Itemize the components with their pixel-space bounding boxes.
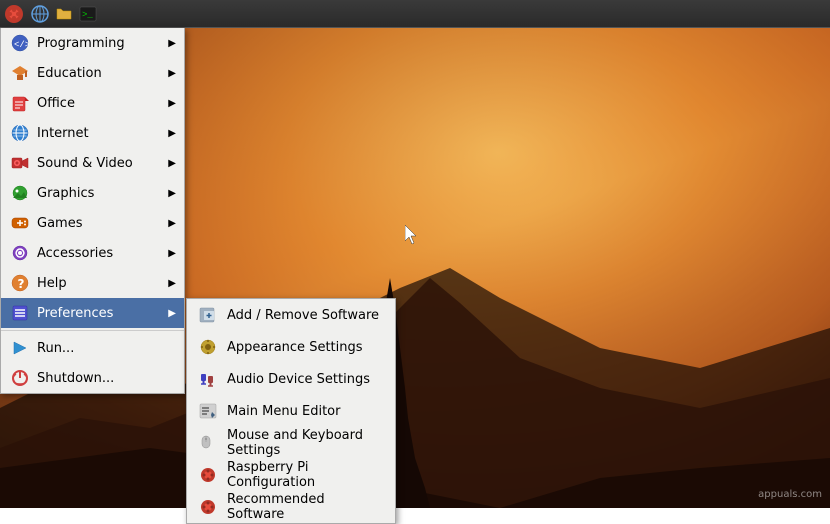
office-label: Office — [37, 96, 164, 111]
svg-text:>_: >_ — [82, 10, 93, 20]
sound-video-icon — [9, 152, 31, 174]
menu-item-preferences[interactable]: Preferences ▶ — [1, 298, 184, 328]
audio-device-settings-icon — [197, 368, 219, 390]
menu-item-shutdown[interactable]: Shutdown... — [1, 363, 184, 393]
sound-video-arrow: ▶ — [168, 158, 176, 169]
submenu-raspberry-pi-configuration[interactable]: Raspberry Pi Configuration — [187, 459, 395, 491]
menu-item-programming[interactable]: </> Programming ▶ — [1, 28, 184, 58]
sound-video-label: Sound & Video — [37, 156, 164, 171]
education-label: Education — [37, 66, 164, 81]
main-menu-editor-label: Main Menu Editor — [227, 404, 340, 419]
graphics-icon — [9, 182, 31, 204]
preferences-label: Preferences — [37, 306, 164, 321]
menu-divider — [1, 330, 184, 331]
add-remove-software-label: Add / Remove Software — [227, 308, 379, 323]
games-label: Games — [37, 216, 164, 231]
run-icon — [9, 337, 31, 359]
svg-text:?: ? — [18, 277, 25, 291]
preferences-arrow: ▶ — [168, 308, 176, 319]
education-icon — [9, 62, 31, 84]
raspberry-pi-config-icon — [197, 464, 219, 486]
submenu-audio-device-settings[interactable]: Audio Device Settings — [187, 363, 395, 395]
menu-item-education[interactable]: Education ▶ — [1, 58, 184, 88]
programming-icon: </> — [9, 32, 31, 54]
programming-label: Programming — [37, 36, 164, 51]
games-arrow: ▶ — [168, 218, 176, 229]
appearance-settings-icon — [197, 336, 219, 358]
run-label: Run... — [37, 341, 176, 356]
accessories-arrow: ▶ — [168, 248, 176, 259]
main-menu-editor-icon — [197, 400, 219, 422]
svg-text:</>: </> — [14, 40, 29, 50]
taskbar: >_ — [0, 0, 830, 28]
accessories-label: Accessories — [37, 246, 164, 261]
internet-label: Internet — [37, 126, 164, 141]
raspberry-pi-icon — [4, 4, 24, 24]
mouse-keyboard-settings-icon — [197, 432, 219, 454]
taskbar-raspberry-button[interactable] — [0, 0, 28, 28]
recommended-software-icon — [197, 496, 219, 518]
preferences-submenu: Add / Remove Software Appearance Setting… — [186, 298, 396, 524]
menu-item-games[interactable]: Games ▶ — [1, 208, 184, 238]
shutdown-icon — [9, 367, 31, 389]
recommended-software-label: Recommended Software — [227, 492, 385, 522]
help-icon: ? — [9, 272, 31, 294]
office-arrow: ▶ — [168, 98, 176, 109]
office-icon — [9, 92, 31, 114]
submenu-add-remove-software[interactable]: Add / Remove Software — [187, 299, 395, 331]
graphics-arrow: ▶ — [168, 188, 176, 199]
taskbar-folder-icon[interactable] — [54, 4, 74, 24]
accessories-icon — [9, 242, 31, 264]
menu-item-run[interactable]: Run... — [1, 333, 184, 363]
mouse-keyboard-settings-label: Mouse and Keyboard Settings — [227, 428, 385, 458]
help-arrow: ▶ — [168, 278, 176, 289]
audio-device-settings-label: Audio Device Settings — [227, 372, 370, 387]
submenu-main-menu-editor[interactable]: Main Menu Editor — [187, 395, 395, 427]
submenu-mouse-keyboard-settings[interactable]: Mouse and Keyboard Settings — [187, 427, 395, 459]
submenu-recommended-software[interactable]: Recommended Software — [187, 491, 395, 523]
taskbar-terminal-icon[interactable]: >_ — [78, 4, 98, 24]
internet-arrow: ▶ — [168, 128, 176, 139]
menu-item-preferences-container: Preferences ▶ Add / Remove Software — [1, 298, 184, 328]
menu-item-office[interactable]: Office ▶ — [1, 88, 184, 118]
main-menu: </> Programming ▶ Education ▶ — [0, 28, 185, 394]
programming-arrow: ▶ — [168, 38, 176, 49]
internet-icon — [9, 122, 31, 144]
shutdown-label: Shutdown... — [37, 371, 176, 386]
add-remove-software-icon — [197, 304, 219, 326]
help-label: Help — [37, 276, 164, 291]
raspberry-pi-config-label: Raspberry Pi Configuration — [227, 460, 385, 490]
appearance-settings-label: Appearance Settings — [227, 340, 363, 355]
menu-item-sound-video[interactable]: Sound & Video ▶ — [1, 148, 184, 178]
watermark-text: appuals.com — [758, 489, 822, 500]
submenu-appearance-settings[interactable]: Appearance Settings — [187, 331, 395, 363]
menu-item-graphics[interactable]: Graphics ▶ — [1, 178, 184, 208]
preferences-icon — [9, 302, 31, 324]
menu-item-help[interactable]: ? Help ▶ — [1, 268, 184, 298]
education-arrow: ▶ — [168, 68, 176, 79]
games-icon — [9, 212, 31, 234]
menu-item-accessories[interactable]: Accessories ▶ — [1, 238, 184, 268]
watermark: appuals.com — [758, 489, 822, 500]
graphics-label: Graphics — [37, 186, 164, 201]
menu-item-internet[interactable]: Internet ▶ — [1, 118, 184, 148]
taskbar-globe-icon[interactable] — [30, 4, 50, 24]
